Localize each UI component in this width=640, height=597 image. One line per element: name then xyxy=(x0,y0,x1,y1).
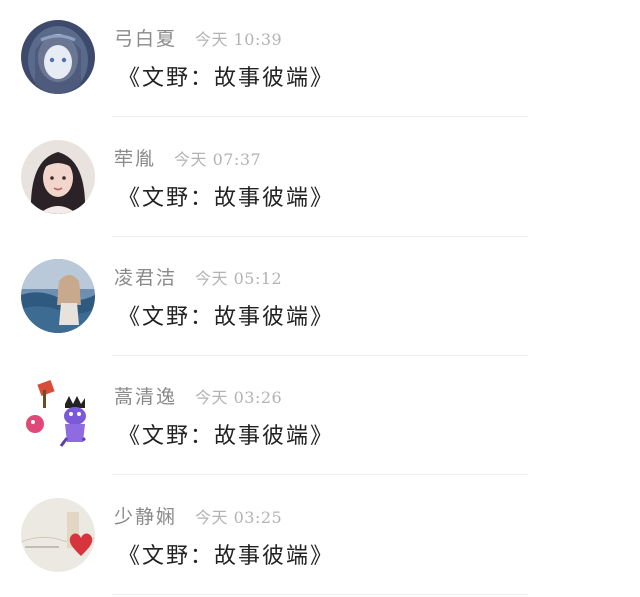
timestamp: 今天 07:37 xyxy=(174,150,262,169)
timestamp: 今天 05:12 xyxy=(195,269,283,288)
divider xyxy=(112,236,528,237)
avatar[interactable] xyxy=(21,140,95,214)
comment-text: 《文野：故事彼端》 xyxy=(118,424,335,449)
username[interactable]: 蒿清逸 xyxy=(114,382,177,409)
cartoon-monster-avatar-icon xyxy=(21,378,95,452)
comment-text: 《文野：故事彼端》 xyxy=(118,305,335,330)
comment-text: 《文野：故事彼端》 xyxy=(118,544,335,569)
comment-meta: 少静娴 今天 03:25 xyxy=(114,502,282,528)
comment-item: 弓白夏 今天 10:39 《文野：故事彼端》 xyxy=(0,0,640,119)
anime-hooded-avatar-icon xyxy=(21,20,95,94)
comment-text: 《文野：故事彼端》 xyxy=(118,66,335,91)
comment-list: 弓白夏 今天 10:39 《文野：故事彼端》 荦胤 今天 07:37 《文野：故… xyxy=(0,0,640,597)
timestamp: 今天 03:25 xyxy=(195,508,283,527)
divider xyxy=(112,116,528,117)
avatar[interactable] xyxy=(21,378,95,452)
comment-item: 少静娴 今天 03:25 《文野：故事彼端》 xyxy=(0,478,640,597)
comment-text: 《文野：故事彼端》 xyxy=(118,186,335,211)
divider xyxy=(112,474,528,475)
comment-meta: 蒿清逸 今天 03:26 xyxy=(114,382,282,408)
timestamp: 今天 03:26 xyxy=(195,388,283,407)
avatar[interactable] xyxy=(21,498,95,572)
comment-meta: 弓白夏 今天 10:39 xyxy=(114,24,282,50)
comment-item: 凌君洁 今天 05:12 《文野：故事彼端》 xyxy=(0,239,640,358)
divider xyxy=(112,355,528,356)
comment-item: 荦胤 今天 07:37 《文野：故事彼端》 xyxy=(0,120,640,239)
username[interactable]: 少静娴 xyxy=(114,502,177,529)
comment-meta: 凌君洁 今天 05:12 xyxy=(114,263,282,289)
comment-meta: 荦胤 今天 07:37 xyxy=(114,144,261,170)
username[interactable]: 凌君洁 xyxy=(114,263,177,290)
username[interactable]: 荦胤 xyxy=(114,144,156,171)
ocean-girl-avatar-icon xyxy=(21,259,95,333)
avatar[interactable] xyxy=(21,20,95,94)
avatar[interactable] xyxy=(21,259,95,333)
comment-item: 蒿清逸 今天 03:26 《文野：故事彼端》 xyxy=(0,358,640,477)
username[interactable]: 弓白夏 xyxy=(114,24,177,51)
girl-portrait-avatar-icon xyxy=(21,140,95,214)
timestamp: 今天 10:39 xyxy=(195,30,283,49)
paper-heart-avatar-icon xyxy=(21,498,95,572)
divider xyxy=(112,594,528,595)
